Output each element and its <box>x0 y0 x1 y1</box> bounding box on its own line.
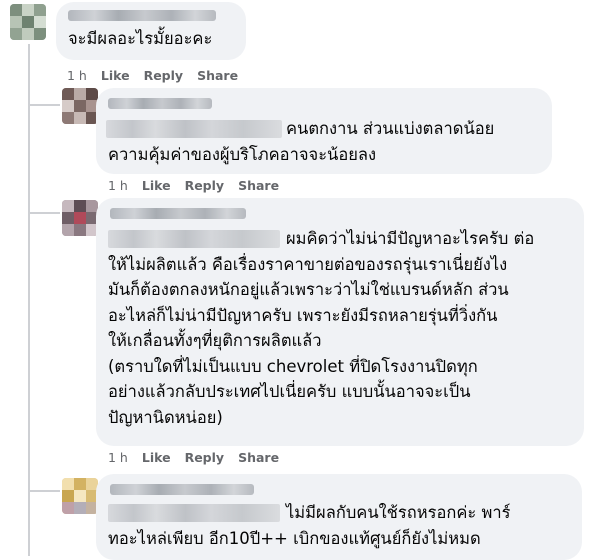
thread-connector-3 <box>28 212 60 214</box>
comment-time[interactable]: 1 h <box>67 68 87 83</box>
comment-bubble: ไม่มีผลกับคนใช้รถหรอกค่ะ พาร์ ทอะไหล่เพี… <box>96 474 582 560</box>
like-button[interactable]: Like <box>101 68 130 83</box>
author-name[interactable] <box>110 484 254 495</box>
avatar[interactable] <box>62 88 98 124</box>
comment-actions: 1 h Like Reply Share <box>108 450 293 465</box>
reply-button[interactable]: Reply <box>185 450 224 465</box>
author-name[interactable] <box>110 208 246 219</box>
share-button[interactable]: Share <box>238 450 279 465</box>
comment-text: จะมีผลอะไรมั้ยอะคะ <box>68 29 213 48</box>
avatar[interactable] <box>10 4 46 40</box>
comment-actions: 1 h Like Reply Share <box>108 178 293 193</box>
reply-button[interactable]: Reply <box>144 68 183 83</box>
like-button[interactable]: Like <box>142 178 171 193</box>
author-name[interactable] <box>68 10 216 21</box>
comment-bubble: จะมีผลอะไรมั้ยอะคะ <box>56 2 246 60</box>
thread-connector-2 <box>28 104 60 106</box>
comment-text: คนตกงาน ส่วนแบ่งตลาดน้อย ความคุ้มค่าของผ… <box>108 119 495 164</box>
comment-actions: 1 h Like Reply Share <box>67 68 252 83</box>
avatar[interactable] <box>62 478 98 514</box>
comment-text: ผมคิดว่าไม่น่ามีปัญหาอะไรครับ ต่อ ให้ไม่… <box>108 229 535 427</box>
comment-bubble: คนตกงาน ส่วนแบ่งตลาดน้อย ความคุ้มค่าของผ… <box>96 88 552 174</box>
author-name[interactable] <box>108 98 212 109</box>
share-button[interactable]: Share <box>197 68 238 83</box>
comment-text: ไม่มีผลกับคนใช้รถหรอกค่ะ พาร์ ทอะไหล่เพี… <box>108 503 511 548</box>
share-button[interactable]: Share <box>238 178 279 193</box>
comment-time[interactable]: 1 h <box>108 178 128 193</box>
like-button[interactable]: Like <box>142 450 171 465</box>
avatar[interactable] <box>62 200 98 236</box>
comment-time[interactable]: 1 h <box>108 450 128 465</box>
comment-bubble: ผมคิดว่าไม่น่ามีปัญหาอะไรครับ ต่อ ให้ไม่… <box>96 198 584 446</box>
thread-line-main <box>28 44 30 556</box>
reply-button[interactable]: Reply <box>185 178 224 193</box>
thread-connector-4 <box>28 490 60 492</box>
